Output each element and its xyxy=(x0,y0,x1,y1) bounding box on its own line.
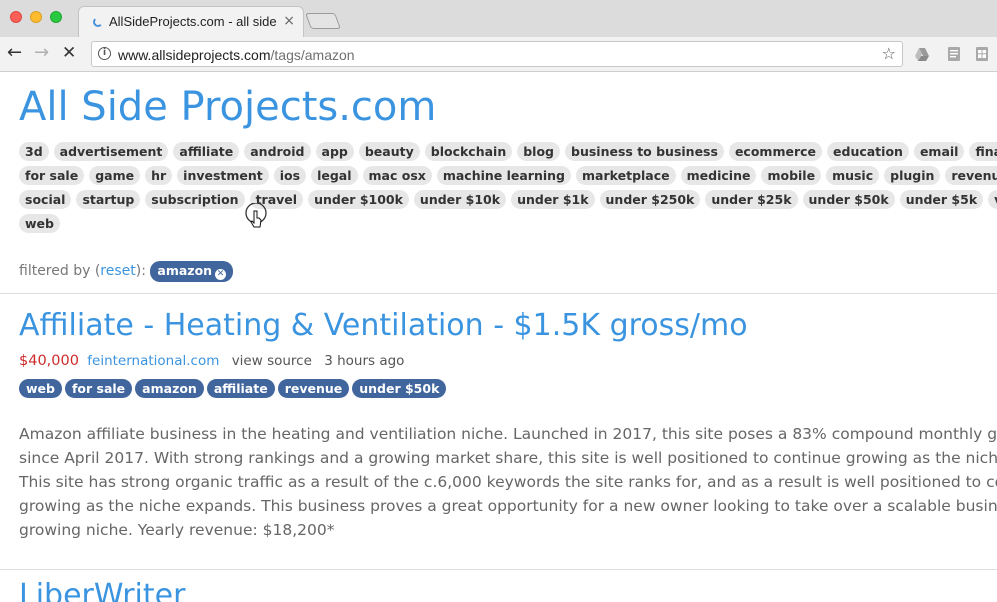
tag-row: 3d advertisement affiliate android app beauty… xyxy=(19,141,997,165)
remove-filter-icon[interactable]: ✕ xyxy=(215,269,227,280)
browser-tab[interactable]: AllSideProjects.com - all side projects … xyxy=(78,6,304,37)
url-text[interactable]: www.allsideprojects.com/tags/amazon xyxy=(118,47,355,63)
filter-prefix: filtered by ( xyxy=(19,263,101,279)
reset-filter-link[interactable]: reset xyxy=(100,263,135,279)
tag-link[interactable]: subscription xyxy=(145,190,245,209)
back-arrow-icon[interactable]: ← xyxy=(7,43,22,63)
description-line: growing as the niche expands. This busin… xyxy=(19,497,997,515)
tag-link[interactable]: finance xyxy=(969,142,997,161)
loading-spinner-icon xyxy=(93,17,103,27)
tag-link[interactable]: mobile xyxy=(761,166,822,185)
divider xyxy=(0,569,997,570)
post-price: $40,000 xyxy=(19,353,79,369)
tag-link[interactable]: advertisement xyxy=(53,142,169,161)
address-bar[interactable]: i www.allsideprojects.com/tags/amazon ☆ xyxy=(91,41,903,67)
tag-cloud: 3d advertisement affiliate android app beauty… xyxy=(19,141,997,237)
tag-link[interactable]: 3d xyxy=(19,142,49,161)
description-line: This site has strong organic traffic as … xyxy=(19,473,997,491)
tag-link[interactable]: startup xyxy=(76,190,141,209)
forward-arrow-icon[interactable]: → xyxy=(34,43,49,63)
bookmark-star-icon[interactable]: ☆ xyxy=(882,44,896,63)
post-tag-pill[interactable]: amazon xyxy=(135,379,204,398)
url-path: /tags/amazon xyxy=(270,47,355,63)
post-tag-pill[interactable]: web xyxy=(19,379,62,398)
site-title-link[interactable]: All Side Projects.com xyxy=(19,84,436,130)
tag-link[interactable]: under $1k xyxy=(511,190,595,209)
maximize-window-button[interactable] xyxy=(50,11,62,23)
hand-cursor-icon xyxy=(245,203,267,228)
view-source-link[interactable]: view source xyxy=(232,353,312,369)
filter-suffix: ): xyxy=(135,263,146,279)
tag-link[interactable]: music xyxy=(826,166,880,185)
tag-link[interactable]: under $5k xyxy=(899,190,984,209)
tag-link[interactable]: android xyxy=(244,142,311,161)
tag-link[interactable]: social xyxy=(19,190,72,209)
tag-link[interactable]: for sale xyxy=(19,166,85,185)
tag-link[interactable]: email xyxy=(913,142,965,161)
post-tag-pill[interactable]: affiliate xyxy=(206,379,275,398)
minimize-window-button[interactable] xyxy=(30,11,42,23)
tag-link[interactable]: business to business xyxy=(565,142,724,161)
url-host: www.allsideprojects.com xyxy=(118,47,271,63)
next-post-title-link[interactable]: LiberWriter xyxy=(19,578,185,602)
post-source-domain-link[interactable]: feinternational.com xyxy=(87,353,219,369)
tag-link[interactable]: affiliate xyxy=(173,142,240,161)
tab-title: AllSideProjects.com - all side projects xyxy=(109,14,279,29)
description-line: growing niche. Yearly revenue: $18,200* xyxy=(19,521,335,539)
tag-link[interactable]: blog xyxy=(517,142,561,161)
tag-link[interactable]: investment xyxy=(177,166,269,185)
post-tag-pill[interactable]: for sale xyxy=(64,379,133,398)
tag-row: web xyxy=(19,213,997,237)
tag-link[interactable]: app xyxy=(315,142,354,161)
post-description: Amazon affiliate business in the heating… xyxy=(19,422,997,542)
tag-link[interactable]: under $10k xyxy=(413,190,507,209)
docs-extension-icon[interactable] xyxy=(946,46,962,62)
info-icon[interactable]: i xyxy=(98,47,111,60)
post-tag-pill[interactable]: under $50k xyxy=(352,379,447,398)
tag-link[interactable]: under $250k xyxy=(599,190,701,209)
tag-link[interactable]: revenue xyxy=(945,166,997,185)
tag-link[interactable]: video xyxy=(988,190,997,209)
tag-link[interactable]: mac osx xyxy=(362,166,432,185)
description-line: since April 2017. With strong rankings a… xyxy=(19,449,997,467)
tag-link[interactable]: plugin xyxy=(884,166,941,185)
active-filter-label: amazon xyxy=(157,263,213,278)
divider xyxy=(0,293,997,294)
drive-extension-icon[interactable] xyxy=(914,46,930,62)
post-title-link[interactable]: Affiliate - Heating & Ventilation - $1.5… xyxy=(19,308,748,343)
tab-close-icon[interactable]: × xyxy=(283,13,295,29)
post-timestamp: 3 hours ago xyxy=(324,353,405,369)
tag-link[interactable]: ecommerce xyxy=(728,142,823,161)
tag-link[interactable]: under $50k xyxy=(802,190,895,209)
tag-link[interactable]: hr xyxy=(145,166,173,185)
browser-toolbar: ← → ✕ i www.allsideprojects.com/tags/ama… xyxy=(0,37,997,72)
tag-link[interactable]: machine learning xyxy=(436,166,572,185)
tag-link[interactable]: ios xyxy=(273,166,307,185)
tag-link[interactable]: game xyxy=(89,166,141,185)
sheets-extension-icon[interactable] xyxy=(974,46,990,62)
close-window-button[interactable] xyxy=(10,11,22,23)
tag-link[interactable]: marketplace xyxy=(576,166,676,185)
tag-link[interactable]: education xyxy=(827,142,909,161)
active-filter-pill[interactable]: amazon ✕ xyxy=(150,261,234,282)
post-tags: web for sale amazon affiliate revenue under $… xyxy=(19,378,449,398)
post-meta: $40,000 feinternational.com view source … xyxy=(19,353,404,369)
tag-link[interactable]: under $100k xyxy=(308,190,409,209)
browser-tab-bar: AllSideProjects.com - all side projects … xyxy=(0,0,997,38)
tag-link[interactable]: beauty xyxy=(358,142,420,161)
new-tab-button[interactable] xyxy=(305,13,341,29)
tag-link[interactable]: blockchain xyxy=(424,142,513,161)
tag-row: social startup subscription travel under $10… xyxy=(19,189,997,213)
tag-link[interactable]: medicine xyxy=(680,166,757,185)
page-content: All Side Projects.com 3d advertisement aff… xyxy=(0,72,997,602)
description-line: Amazon affiliate business in the heating… xyxy=(19,425,997,443)
tag-link[interactable]: under $25k xyxy=(705,190,798,209)
filter-bar: filtered by (reset): amazon ✕ xyxy=(19,261,234,282)
stop-icon[interactable]: ✕ xyxy=(62,43,76,63)
post-tag-pill[interactable]: revenue xyxy=(277,379,350,398)
tag-row: for sale game hr investment ios legal mac osx m… xyxy=(19,165,997,189)
tag-link[interactable]: web xyxy=(19,214,60,233)
tag-link[interactable]: legal xyxy=(311,166,358,185)
